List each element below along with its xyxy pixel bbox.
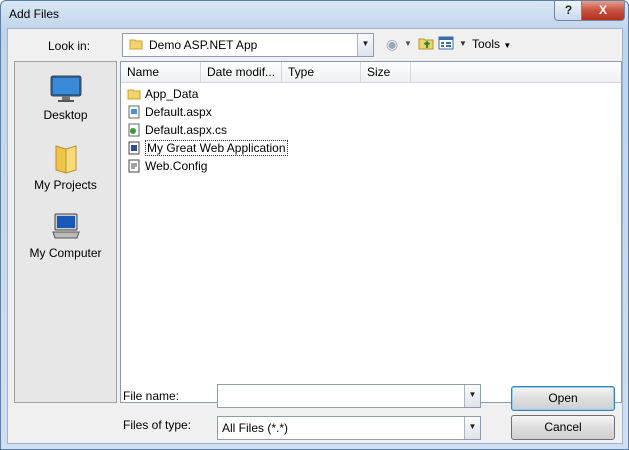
file-name-label: File name: [123, 389, 180, 403]
file-type-dropdown[interactable]: All Files (*.*) ▼ [217, 416, 481, 440]
open-button[interactable]: Open [511, 386, 615, 411]
look-in-dropdown[interactable]: Demo ASP.NET App ▼ [122, 33, 374, 57]
file-name: Web.Config [145, 159, 208, 173]
place-label: Desktop [43, 108, 88, 122]
up-folder-icon[interactable] [418, 35, 434, 53]
file-list[interactable]: Name Date modif... Type Size App_Data De… [120, 61, 622, 403]
column-size[interactable]: Size [361, 62, 411, 82]
places-bar: Desktop My Projects My Computer [14, 61, 117, 403]
dialog-title: Add Files [9, 7, 60, 21]
place-my-projects[interactable]: My Projects [15, 144, 116, 192]
look-in-value: Demo ASP.NET App [149, 38, 258, 52]
chevron-down-icon[interactable]: ▼ [464, 385, 480, 407]
folder-icon [129, 37, 143, 54]
column-type[interactable]: Type [282, 62, 361, 82]
place-label: My Computer [29, 246, 102, 260]
column-header-row: Name Date modif... Type Size [121, 62, 621, 83]
tools-label: Tools [472, 37, 501, 51]
close-button[interactable]: X [581, 1, 625, 21]
place-label: My Projects [34, 178, 97, 192]
file-type-label: Files of type: [123, 418, 192, 432]
column-date-modified[interactable]: Date modif... [201, 62, 282, 82]
column-name[interactable]: Name [121, 62, 201, 82]
file-name-field[interactable]: ▼ [217, 384, 481, 408]
folder-icon [127, 87, 141, 105]
file-name: My Great Web Application [145, 140, 288, 156]
add-files-dialog: Add Files ? X Look in: Demo ASP.NET App … [0, 0, 629, 450]
desktop-icon [50, 74, 82, 104]
back-dropdown-icon[interactable]: ▼ [404, 35, 412, 53]
computer-icon [51, 212, 81, 242]
config-file-icon [127, 159, 141, 177]
file-type-value: All Files (*.*) [222, 421, 289, 435]
project-file-icon [127, 141, 141, 159]
file-name: App_Data [145, 87, 199, 101]
cs-file-icon [127, 123, 141, 141]
chevron-down-icon[interactable]: ▼ [357, 34, 373, 56]
folder-icon [54, 144, 78, 174]
file-name: Default.aspx.cs [145, 123, 228, 137]
title-bar[interactable]: Add Files ? X [1, 1, 628, 29]
chevron-down-icon: ▼ [503, 41, 512, 50]
file-name-input[interactable] [221, 387, 461, 403]
aspx-file-icon [127, 105, 141, 123]
place-my-computer[interactable]: My Computer [15, 212, 116, 260]
back-icon[interactable]: ◉ [386, 35, 402, 53]
cancel-button[interactable]: Cancel [511, 415, 615, 440]
views-icon[interactable] [438, 35, 456, 53]
views-dropdown-icon[interactable]: ▼ [459, 35, 467, 53]
file-name: Default.aspx [145, 105, 212, 119]
help-button[interactable]: ? [554, 1, 583, 21]
look-in-label: Look in: [48, 39, 91, 53]
dialog-body: Look in: Demo ASP.NET App ▼ ◉ ▼ ▼ Tools … [7, 28, 623, 444]
place-desktop[interactable]: Desktop [15, 74, 116, 122]
chevron-down-icon[interactable]: ▼ [464, 417, 480, 439]
tools-menu[interactable]: Tools ▼ [472, 35, 520, 53]
